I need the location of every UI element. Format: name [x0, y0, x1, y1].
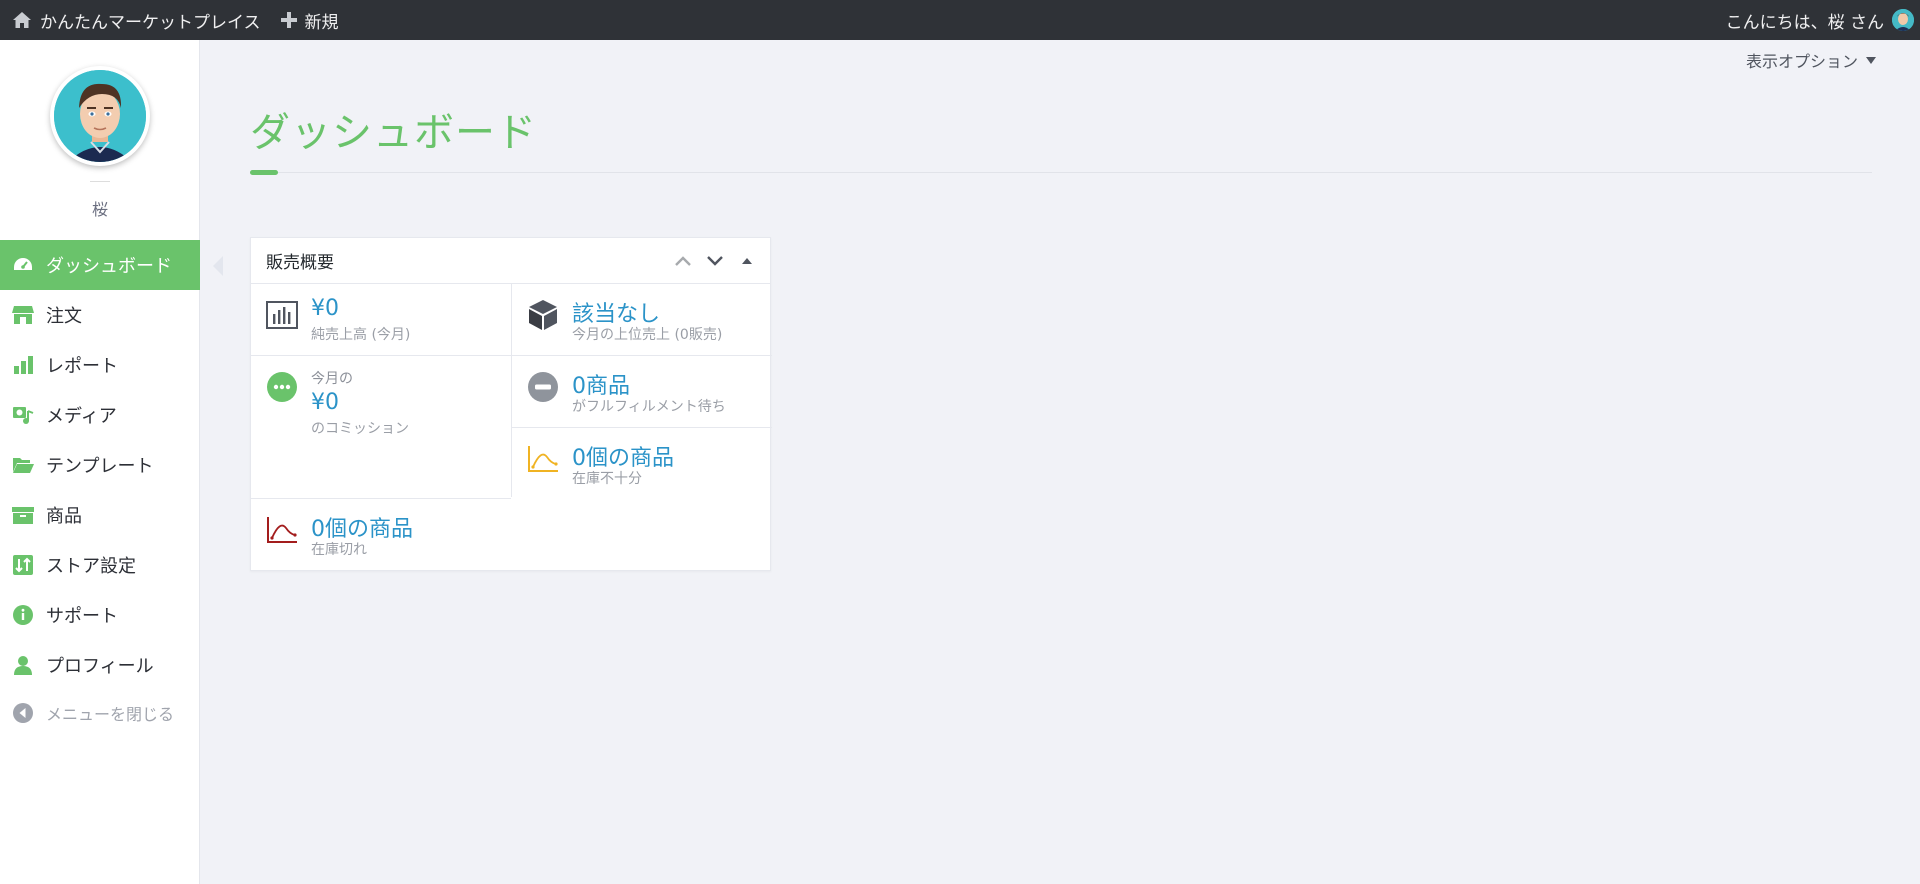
- net-sales-label: 純売上高 (今月): [311, 327, 411, 343]
- caret-down-icon: [1866, 56, 1876, 64]
- sidebar-item-media[interactable]: メディア: [0, 390, 200, 440]
- menu-pointer-arrow: [213, 256, 223, 276]
- toggle-panel-button[interactable]: [738, 255, 756, 267]
- more-dots-icon: [266, 371, 298, 403]
- user-icon: [12, 654, 34, 676]
- sales-summary-widget: 販売概要 ¥0 純売上高 (今月) 該当なし 今月の上位売上 (0販売) 今月の…: [250, 237, 772, 571]
- triangle-up-icon: [742, 257, 752, 264]
- low-stock-label: 在庫不十分: [572, 471, 642, 487]
- sidebar-item-label: サポート: [46, 606, 118, 627]
- chevron-up-icon: [675, 255, 691, 266]
- sidebar-item-label: ダッシュボード: [46, 256, 172, 277]
- widget-controls: [674, 255, 770, 267]
- sidebar-item-dashboard[interactable]: ダッシュボード: [0, 240, 200, 290]
- info-icon: [12, 604, 34, 626]
- commission-cell: 今月の ¥0 のコミッション: [251, 356, 511, 499]
- move-up-button[interactable]: [674, 255, 692, 267]
- out-of-stock-chart-icon: [266, 514, 298, 546]
- minus-circle-icon: [527, 371, 559, 403]
- sidebar-item-templates[interactable]: テンプレート: [0, 440, 200, 490]
- adminbar-avatar: [1892, 9, 1914, 31]
- sidebar-item-label: プロフィール: [46, 656, 154, 677]
- title-divider: [250, 172, 1872, 173]
- new-content-link[interactable]: 新規: [271, 0, 349, 40]
- sidebar-item-label: レポート: [46, 356, 118, 377]
- widget-header: 販売概要: [251, 238, 770, 284]
- admin-bar: かんたんマーケットプレイス 新規 こんにちは、桜 さん: [0, 0, 1920, 40]
- out-of-stock-label: 在庫切れ: [311, 542, 367, 558]
- page-title: ダッシュボード: [250, 110, 537, 156]
- sort-settings-icon: [12, 554, 34, 576]
- collapse-menu-button[interactable]: メニューを閉じる: [0, 690, 200, 736]
- sidebar-item-profile[interactable]: プロフィール: [0, 640, 200, 690]
- sidebar-item-store-settings[interactable]: ストア設定: [0, 540, 200, 590]
- profile-divider: [90, 181, 110, 182]
- collapse-arrow-icon: [12, 702, 34, 724]
- move-down-button[interactable]: [706, 255, 724, 267]
- bar-chart-icon: [12, 354, 34, 376]
- store-icon: [12, 304, 34, 326]
- greeting-text: こんにちは、桜 さん: [1725, 12, 1884, 33]
- dashboard-icon: [12, 254, 34, 276]
- sidebar-item-label: 注文: [46, 306, 82, 327]
- sidebar-item-support[interactable]: サポート: [0, 590, 200, 640]
- net-sales-value[interactable]: ¥0: [311, 296, 339, 321]
- sidebar-item-orders[interactable]: 注文: [0, 290, 200, 340]
- top-seller-cell: 該当なし 今月の上位売上 (0販売): [512, 284, 772, 356]
- new-label: 新規: [304, 12, 339, 33]
- net-sales-cell: ¥0 純売上高 (今月): [251, 284, 511, 356]
- title-accent-bar: [250, 170, 278, 175]
- screen-options-label: 表示オプション: [1745, 52, 1858, 71]
- awaiting-label: がフルフィルメント待ち: [572, 399, 726, 415]
- out-of-stock-cell: 0個の商品 在庫切れ: [251, 499, 511, 571]
- home-icon: [13, 12, 31, 28]
- commission-label: のコミッション: [311, 421, 409, 437]
- collapse-menu-label: メニューを閉じる: [46, 705, 175, 724]
- media-icon: [12, 404, 34, 426]
- sidebar-item-products[interactable]: 商品: [0, 490, 200, 540]
- cube-icon: [527, 299, 559, 331]
- commission-prefix: 今月の: [311, 371, 353, 387]
- site-home-link[interactable]: かんたんマーケットプレイス: [0, 0, 271, 40]
- awaiting-fulfillment-cell: 0商品 がフルフィルメント待ち: [512, 356, 772, 428]
- screen-options-button[interactable]: 表示オプション: [1746, 48, 1876, 72]
- chart-box-icon: [266, 299, 298, 331]
- widget-title: 販売概要: [266, 253, 334, 273]
- commission-value[interactable]: ¥0: [311, 390, 339, 415]
- site-name: かんたんマーケットプレイス: [40, 12, 261, 33]
- profile-name: 桜: [91, 200, 108, 219]
- sidebar: 桜 ダッシュボード 注文 レポート メディア テンプレート 商品 ストア設定 サ…: [0, 40, 200, 884]
- profile-avatar[interactable]: [50, 66, 150, 166]
- my-account-link[interactable]: こんにちは、桜 さん: [1716, 0, 1920, 40]
- sidebar-item-reports[interactable]: レポート: [0, 340, 200, 390]
- plus-icon: [280, 12, 297, 28]
- sidebar-item-label: メディア: [46, 406, 117, 427]
- low-stock-chart-icon: [527, 443, 559, 475]
- chevron-down-icon: [707, 255, 723, 266]
- folder-open-icon: [12, 454, 34, 476]
- sidebar-item-label: ストア設定: [46, 556, 136, 577]
- sidebar-item-label: 商品: [46, 506, 82, 527]
- top-seller-label: 今月の上位売上 (0販売): [572, 327, 723, 343]
- archive-icon: [12, 504, 34, 526]
- low-stock-cell: 0個の商品 在庫不十分: [512, 428, 772, 498]
- sidebar-menu: ダッシュボード 注文 レポート メディア テンプレート 商品 ストア設定 サポー…: [0, 240, 200, 736]
- sidebar-item-label: テンプレート: [46, 456, 154, 477]
